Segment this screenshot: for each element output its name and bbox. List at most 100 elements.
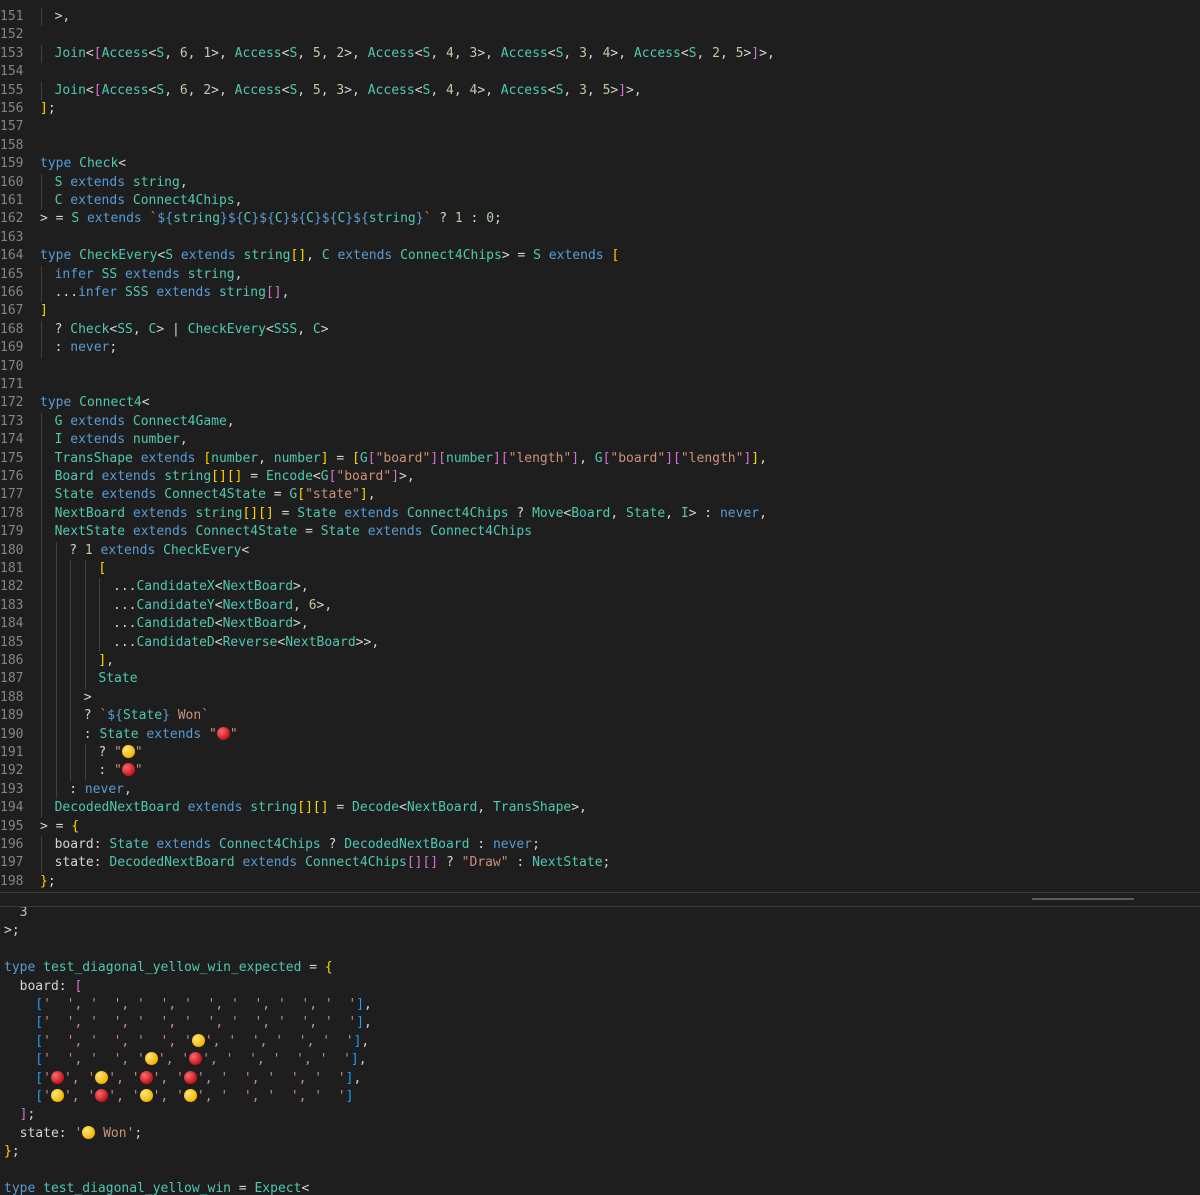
code-token: ,	[430, 45, 446, 61]
code-line[interactable]: 175 TransShape extends [number, number] =…	[0, 449, 1200, 468]
code-line[interactable]: 178 NextBoard extends string[][] = State …	[0, 504, 1200, 524]
code-line[interactable]: 157	[0, 118, 1200, 136]
code-line[interactable]: 161 C extends Connect4Chips,	[0, 192, 1200, 211]
code-line[interactable]: 176 Board extends string[][] = Encode<G["…	[0, 468, 1200, 487]
indent-guide	[55, 652, 57, 671]
preview-code-line[interactable]: >;	[4, 922, 20, 940]
code-line[interactable]: 164 type CheckEvery<S extends string[], C…	[0, 247, 1200, 265]
code-token: ,	[364, 1015, 372, 1031]
code-line[interactable]: 188 >	[0, 688, 1200, 708]
code-line[interactable]: 154	[0, 63, 1200, 81]
code-line[interactable]: 160 S extends string,	[0, 173, 1200, 192]
preview-code-line[interactable]: board: [	[4, 978, 83, 996]
code-line[interactable]: 152	[0, 26, 1200, 44]
preview-code-line[interactable]: state: ' Won';	[4, 1125, 142, 1143]
code-line[interactable]: 186],	[0, 652, 1200, 671]
code-token: ,	[320, 82, 337, 98]
code-line[interactable]: 177 State extends Connect4State = G["stat…	[0, 486, 1200, 505]
code-line[interactable]: 162 > = S extends `${string}${C}${C}${C}$…	[0, 210, 1200, 228]
code-text: : never,	[69, 781, 132, 799]
yellow-chip-emoji	[50, 1089, 64, 1102]
code-token: >;	[4, 923, 20, 939]
preview-code-line[interactable]: [' ', ' ', ' ', ' ', ' ', ' ', ' '],	[4, 1033, 369, 1051]
preview-code-line[interactable]: ];	[4, 1106, 36, 1124]
code-line[interactable]: 181 [	[0, 560, 1200, 579]
code-line[interactable]: 155 Join<[Access<S, 6, 2>, Access<S, 5, 3…	[0, 81, 1200, 100]
preview-code-line[interactable]: [' ', ' ', ' ', ' ', ' ', ' ', ' '],	[4, 1051, 367, 1069]
code-token: > =	[40, 211, 72, 227]
code-line[interactable]: 187 State	[0, 670, 1200, 689]
code-token: []	[406, 855, 423, 871]
code-text: State	[98, 670, 137, 688]
code-token: ', '	[152, 1070, 184, 1086]
code-token: }${	[313, 211, 338, 227]
code-line[interactable]: 183 ...CandidateY<NextBoard, 6>,	[0, 596, 1200, 616]
indent-guide	[70, 688, 72, 708]
preview-code-line[interactable]: type test_diagonal_yellow_win = Expect<	[4, 1180, 309, 1195]
code-line[interactable]: 185 ...CandidateD<Reverse<NextBoard>>,	[0, 633, 1200, 652]
preview-code-line[interactable]: };	[4, 1143, 20, 1161]
line-number: 175	[0, 450, 24, 466]
code-line[interactable]: 172 type Connect4<	[0, 394, 1200, 412]
line-number: 170	[0, 358, 24, 374]
code-line[interactable]: 167]	[0, 302, 1200, 320]
code-line[interactable]: 192: " "	[0, 762, 1200, 781]
line-number: 165	[0, 266, 24, 282]
code-line[interactable]: 179 NextState extends Connect4State = Sta…	[0, 523, 1200, 542]
code-line[interactable]: 156];	[0, 100, 1200, 118]
code-token: Connect4Chips	[218, 837, 321, 852]
code-token: <	[241, 542, 250, 558]
code-line[interactable]: 193: never,	[0, 780, 1200, 800]
code-line[interactable]: 158	[0, 137, 1200, 155]
code-line[interactable]: 195 > = {	[0, 818, 1200, 836]
code-line[interactable]: 165 infer SS extends string,	[0, 265, 1200, 284]
code-token: string	[218, 285, 266, 300]
preview-code-line[interactable]: [' ', ' ', ' ', ' ', ' ', ' ', ' '],	[4, 996, 372, 1014]
code-token: CheckEvery	[79, 248, 158, 264]
code-line[interactable]: 196 board: State extends Connect4Chips ? …	[0, 836, 1200, 855]
code-line[interactable]: 198};	[0, 873, 1200, 891]
split-divider[interactable]	[0, 892, 1200, 907]
code-text: : never;	[55, 339, 118, 357]
code-token: ]	[320, 450, 329, 466]
code-line[interactable]: 184 ...CandidateD<NextBoard>,	[0, 615, 1200, 634]
code-line[interactable]: 171	[0, 376, 1200, 394]
code-line[interactable]: 153 Join<[Access<S, 6, 1>, Access<S, 5, 2…	[0, 44, 1200, 64]
scrollbar-thumb[interactable]	[1032, 898, 1134, 900]
code-token: :	[462, 211, 487, 227]
code-token: Encode	[265, 469, 313, 484]
code-token: Check	[79, 156, 119, 172]
code-line[interactable]: 151 >,	[0, 8, 1200, 27]
code-token: Check	[70, 321, 110, 337]
code-line[interactable]: 182 ...CandidateX<NextBoard>,	[0, 578, 1200, 597]
code-token: 5	[312, 82, 321, 98]
code-token: G	[320, 469, 329, 484]
preview-code-line[interactable]: [' ', ' ', ' ', ' ', ' ', ' ', ' '],	[4, 1070, 361, 1088]
code-line[interactable]: 169: never;	[0, 339, 1200, 358]
code-line[interactable]: 197 state: DecodedNextBoard extends Conne…	[0, 854, 1200, 873]
code-line[interactable]: 173 G extends Connect4Game,	[0, 412, 1200, 432]
code-token: Connect4Game	[132, 413, 227, 429]
preview-code-line[interactable]: [' ', ' ', ' ', ' ', ' ', ' ', ' '],	[4, 1014, 372, 1032]
code-editor-pane[interactable]: 151 >, 152 153 Join<[Access<S, 6, 1>, Access…	[0, 0, 1200, 892]
code-line[interactable]: 189 ? `${State} Won`	[0, 707, 1200, 726]
code-line[interactable]: 174 I extends number,	[0, 431, 1200, 450]
code-line[interactable]: 166 ...infer SSS extends string[],	[0, 284, 1200, 303]
code-token: >,	[477, 82, 501, 98]
code-line[interactable]: 168? Check<SS, C> | CheckEvery<SSS, C>	[0, 320, 1200, 340]
code-token: ?	[98, 745, 115, 760]
code-token: [	[93, 82, 102, 98]
preview-code-line[interactable]: 3	[4, 907, 28, 922]
code-preview-pane[interactable]: 3 >; type test_diagonal_yellow_win_expecte…	[0, 907, 1200, 1195]
code-line[interactable]: 170	[0, 358, 1200, 376]
preview-code-line[interactable]: type test_diagonal_yellow_win_expected =…	[4, 959, 333, 977]
code-line[interactable]: 159 type Check<	[0, 155, 1200, 173]
preview-code-line[interactable]: [' ', ' ', ' ', ' ', ' ', ' ', ' ']	[4, 1088, 353, 1106]
code-token: > |	[156, 321, 188, 337]
code-line[interactable]: 180? 1 extends CheckEvery<	[0, 541, 1200, 560]
indent-guide	[41, 412, 42, 432]
code-line[interactable]: 194 DecodedNextBoard extends string[][] =…	[0, 799, 1200, 818]
code-line[interactable]: 190: State extends " "	[0, 725, 1200, 744]
code-line[interactable]: 163	[0, 229, 1200, 247]
code-line[interactable]: 191? " "	[0, 744, 1200, 763]
